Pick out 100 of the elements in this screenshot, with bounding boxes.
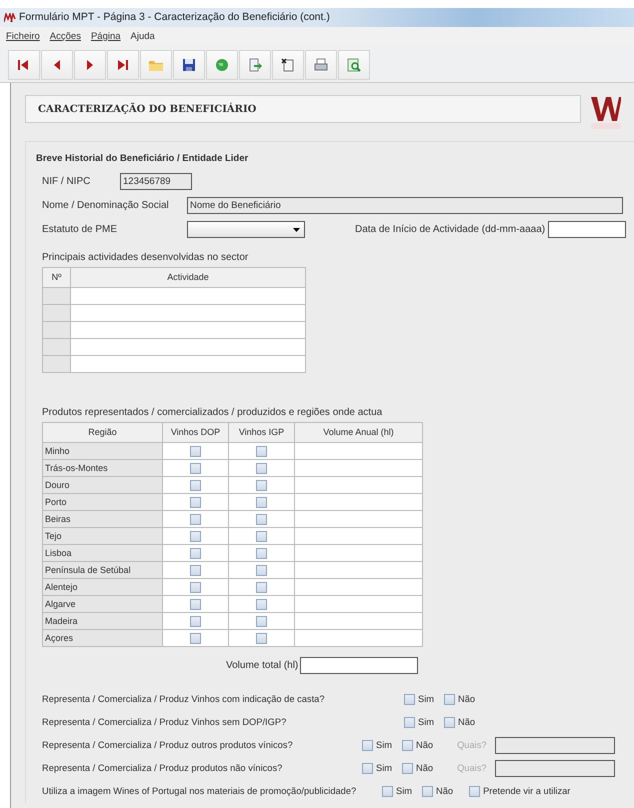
question-text: Representa / Comercializa / Produz outros produtos vínicos? [42,738,294,752]
menu-item[interactable]: Ficheiro [6,30,40,44]
volume-cell[interactable] [294,596,422,613]
checkbox[interactable] [444,717,456,728]
document-arrow-icon [247,56,263,72]
option-label: Pretende vir a utilizar [483,784,570,798]
window-title: Formulário MPT - Página 3 - Caracterização do Beneficiário (cont.) [19,10,330,25]
checkbox[interactable] [362,763,373,774]
volume-total-field[interactable] [300,657,418,674]
checkbox[interactable] [190,632,201,644]
volume-cell[interactable] [294,442,422,460]
column-header: Nº [42,268,70,288]
save-button[interactable] [173,50,205,80]
row-header-cell [42,356,70,373]
checkbox[interactable] [256,582,267,593]
checkbox[interactable] [256,564,267,576]
checkbox[interactable] [190,462,201,474]
save-icon [181,56,197,72]
checkbox[interactable] [190,564,201,576]
volume-cell[interactable] [294,510,422,528]
checkbox[interactable] [362,740,373,752]
checkbox[interactable] [190,514,201,525]
row-header-cell [42,338,70,356]
which-field[interactable] [494,760,615,778]
volume-cell[interactable] [294,562,422,579]
checkbox[interactable] [402,740,414,752]
which-field[interactable] [494,737,615,754]
option-label: Não [416,762,434,775]
status-dropdown[interactable] [187,221,305,238]
checkbox[interactable] [256,548,267,559]
activity-cell[interactable] [70,304,306,322]
checkbox[interactable] [382,786,393,798]
checkbox[interactable] [444,694,456,706]
globe-icon [214,56,230,72]
document-x-button[interactable] [272,50,304,80]
checkbox[interactable] [190,530,201,542]
previous-button[interactable] [41,50,73,80]
option-label: Não [416,738,434,752]
checkbox[interactable] [256,530,267,542]
volume-cell[interactable] [294,494,422,511]
volume-cell[interactable] [294,476,422,494]
menu-item[interactable]: Página [90,30,121,44]
question-text: Utiliza a imagem Wines of Portugal nos materiais de promoção/publicidade? [42,784,358,798]
checkbox[interactable] [256,598,267,610]
date-field[interactable] [548,221,626,238]
field-label: Quais? [457,738,487,752]
checkbox[interactable] [190,446,201,457]
nif-field[interactable]: 123456789 [120,173,192,190]
checkbox[interactable] [469,786,480,798]
caret-icon [293,228,300,232]
checkbox[interactable] [256,446,267,457]
checkbox[interactable] [256,496,267,508]
checkbox[interactable] [256,480,267,491]
printer-button[interactable] [305,50,337,80]
column-header: Volume Anual (hl) [294,422,422,443]
document-arrow-button[interactable] [239,50,271,80]
next-button[interactable] [74,50,106,80]
checkbox[interactable] [190,480,201,491]
checkbox[interactable] [256,616,267,627]
magnifier-icon [346,56,362,72]
checkbox[interactable] [402,763,414,774]
section-header: CARACTERIZAÇÃO DO BENEFICIÁRIO [25,95,581,123]
column-header: Actividade [70,268,306,288]
activity-cell[interactable] [70,356,306,373]
option-label: Sim [418,716,434,729]
field-label: Nome / Denominação Social [42,199,170,214]
checkbox[interactable] [404,694,415,706]
checkbox[interactable] [190,582,201,593]
activity-cell[interactable] [70,322,306,339]
volume-cell[interactable] [294,528,422,545]
checkbox[interactable] [256,462,267,474]
checkbox[interactable] [190,548,201,559]
activity-cell[interactable] [70,288,306,305]
magnifier-button[interactable] [338,50,370,80]
volume-cell[interactable] [294,544,422,562]
row-header-cell [42,304,70,322]
checkbox[interactable] [190,616,201,627]
checkbox[interactable] [404,717,415,728]
menu-item[interactable]: Acções [50,30,81,44]
option-label: Não [436,784,454,798]
last-record-button[interactable] [107,50,139,80]
column-header: Região [42,422,162,443]
checkbox[interactable] [190,496,201,508]
checkbox[interactable] [256,514,267,525]
checkbox[interactable] [190,598,201,610]
activity-cell[interactable] [70,338,306,356]
name-field[interactable]: Nome do Beneficiário [187,197,623,214]
checkbox[interactable] [422,786,434,798]
volume-cell[interactable] [294,578,422,596]
volume-cell[interactable] [294,630,422,647]
menu-item[interactable]: Ajuda [130,30,155,44]
checkbox[interactable] [256,632,267,644]
question-text: Representa / Comercializa / Produz Vinhos sem DOP/IGP? [42,716,288,729]
region-cell: Tejo [42,528,162,545]
volume-cell[interactable] [294,612,422,630]
region-cell: Douro [42,476,162,494]
volume-cell[interactable] [294,460,422,477]
first-record-button[interactable] [8,50,40,80]
region-cell: Lisboa [42,544,162,562]
column-header: Vinhos IGP [228,422,294,443]
